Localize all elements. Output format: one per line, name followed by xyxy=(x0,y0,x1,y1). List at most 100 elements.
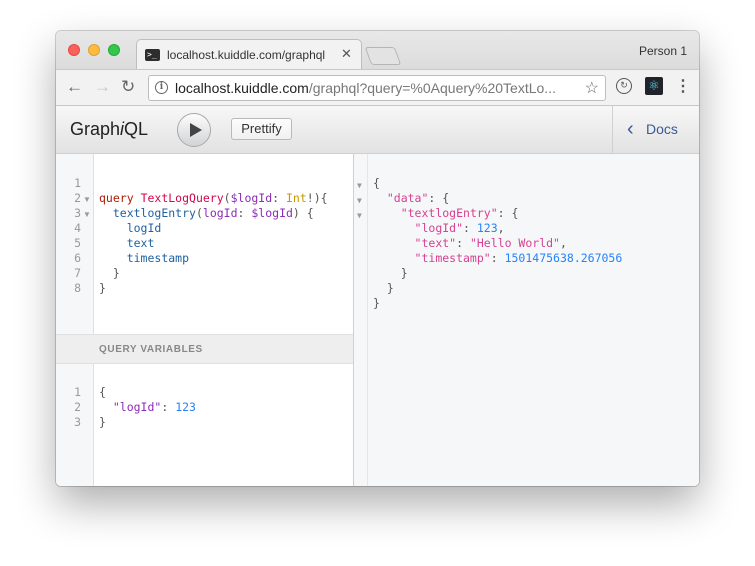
docs-label: Docs xyxy=(646,121,678,137)
menu-kebab-icon[interactable]: ⋮ xyxy=(675,76,691,96)
token-key: "textlogEntry" xyxy=(400,206,498,220)
code-line: text xyxy=(99,236,328,251)
code-line: timestamp xyxy=(99,251,328,266)
forward-arrow-icon[interactable]: → xyxy=(94,76,111,98)
fold-arrow-icon[interactable]: ▼ xyxy=(83,210,91,219)
window-close-button[interactable] xyxy=(68,44,80,56)
line-number: 5 xyxy=(74,236,81,250)
code-line: } xyxy=(99,281,106,295)
fold-arrow-icon[interactable]: ▼ xyxy=(357,208,362,223)
graphiql-logo: GraphiQL xyxy=(70,119,148,140)
code-line: } xyxy=(373,281,394,295)
close-tab-icon[interactable]: ✕ xyxy=(341,46,352,62)
code-line: } xyxy=(99,266,120,280)
line-number: 1 xyxy=(74,385,81,399)
browser-tab-graphql[interactable]: >_ localhost.kuiddle.com/graphql ✕ xyxy=(136,39,362,69)
url-host: localhost.kuiddle.com xyxy=(175,80,309,96)
token-key: "data" xyxy=(386,191,429,205)
reload-icon[interactable]: ↻ xyxy=(121,76,135,98)
token-variable: $logId xyxy=(251,206,293,220)
docs-button[interactable]: ‹ Docs xyxy=(612,106,699,153)
code-line: { xyxy=(373,176,380,190)
variables-line-numbers: 1 2 3 xyxy=(68,385,81,430)
query-variables-title: QUERY VARIABLES xyxy=(99,344,203,355)
line-number: 8 xyxy=(74,281,81,295)
line-number: 3 xyxy=(74,206,81,220)
code-line: "textlogEntry": { xyxy=(400,206,519,220)
terminal-icon: >_ xyxy=(145,49,160,61)
query-editor-column: 1 2 3 4 5 6 7 8 ▼ ▼ query TextLogQuery($… xyxy=(56,154,353,486)
token-field: textlogEntry xyxy=(112,206,196,220)
token-field: logId xyxy=(126,221,162,235)
url-path: /graphql?query=%0Aquery%20TextLo... xyxy=(308,80,556,96)
prettify-button[interactable]: Prettify xyxy=(231,118,292,140)
execute-query-button[interactable] xyxy=(177,113,211,147)
browser-toolbar: ← → ↻ i localhost.kuiddle.com/graphql?qu… xyxy=(56,69,699,106)
token-field: text xyxy=(126,236,155,250)
result-fold-markers: ▼ ▼ ▼ xyxy=(357,178,362,223)
code-line: } xyxy=(373,266,408,280)
token-argument: logId xyxy=(202,206,238,220)
query-line-numbers: 1 2 3 4 5 6 7 8 xyxy=(68,176,81,296)
chevron-left-icon: ‹ xyxy=(627,118,634,140)
window-minimize-button[interactable] xyxy=(88,44,100,56)
token-query-name: TextLogQuery xyxy=(140,191,224,205)
bookmark-star-icon[interactable]: ☆ xyxy=(585,78,599,98)
logo-prefix: Graph xyxy=(70,119,121,139)
token-keyword: query xyxy=(99,191,134,205)
token-variable: $logId xyxy=(230,191,273,205)
variables-editor[interactable]: { "logId": 123} xyxy=(99,385,196,430)
code-line: textlogEntry(logId: $logId) { xyxy=(112,206,314,220)
line-number: 6 xyxy=(74,251,81,265)
sync-extension-icon[interactable]: ↻ xyxy=(616,78,632,94)
code-line: logId xyxy=(99,221,328,236)
line-number: 4 xyxy=(74,221,81,235)
code-line: } xyxy=(373,296,380,310)
title-bar: >_ localhost.kuiddle.com/graphql ✕ Perso… xyxy=(56,31,699,69)
result-viewer[interactable]: ▼ ▼ ▼ { "data": { "textlogEntry": { "log… xyxy=(353,154,699,486)
code-line: } xyxy=(99,415,106,429)
token-number: 123 xyxy=(175,400,196,414)
line-number: 3 xyxy=(74,415,81,429)
code-line: query TextLogQuery($logId: Int!){ xyxy=(99,191,328,205)
profile-name[interactable]: Person 1 xyxy=(639,44,687,58)
code-line: "logId": 123, xyxy=(414,221,505,235)
code-line: "timestamp": 1501475638.267056 xyxy=(414,251,623,265)
url-text[interactable]: localhost.kuiddle.com/graphql?query=%0Aq… xyxy=(175,80,570,96)
token-key: "timestamp" xyxy=(414,251,491,265)
query-editor[interactable]: query TextLogQuery($logId: Int!){ textlo… xyxy=(99,176,328,296)
result-json: { "data": { "textlogEntry": { "logId": 1… xyxy=(373,176,622,311)
react-devtools-icon[interactable]: ⚛ xyxy=(645,77,663,95)
fold-arrow-icon[interactable]: ▼ xyxy=(357,193,362,208)
window-maximize-button[interactable] xyxy=(108,44,120,56)
graphiql-topbar: GraphiQL Prettify ‹ Docs xyxy=(56,106,699,154)
address-bar[interactable]: i localhost.kuiddle.com/graphql?query=%0… xyxy=(148,75,606,101)
query-variables-bar[interactable]: QUERY VARIABLES xyxy=(56,334,353,364)
fold-arrow-icon[interactable]: ▼ xyxy=(83,195,91,204)
token-number: 1501475638.267056 xyxy=(504,251,623,265)
code-line: { xyxy=(99,385,106,399)
back-arrow-icon[interactable]: ← xyxy=(66,76,83,98)
token-key: "logId" xyxy=(112,400,162,414)
info-icon[interactable]: i xyxy=(155,81,168,94)
code-line: "text": "Hello World", xyxy=(414,236,567,250)
code-line: "logId": 123 xyxy=(112,400,196,414)
line-number: 7 xyxy=(74,266,81,280)
line-number: 2 xyxy=(74,191,81,205)
token-field: timestamp xyxy=(126,251,190,265)
token-number: 123 xyxy=(476,221,498,235)
graphiql-app: GraphiQL Prettify ‹ Docs 1 2 3 4 5 6 7 8… xyxy=(56,106,699,486)
token-key: "text" xyxy=(414,236,457,250)
new-tab-button[interactable] xyxy=(364,47,402,65)
line-number: 1 xyxy=(74,176,81,190)
tab-title: localhost.kuiddle.com/graphql xyxy=(167,48,326,62)
code-line: "data": { xyxy=(386,191,450,205)
fold-arrow-icon[interactable]: ▼ xyxy=(357,178,362,193)
token-key: "logId" xyxy=(414,221,464,235)
line-number: 2 xyxy=(74,400,81,414)
token-string: "Hello World" xyxy=(469,236,560,250)
token-type: Int xyxy=(286,191,307,205)
logo-suffix: QL xyxy=(124,119,149,139)
browser-window: >_ localhost.kuiddle.com/graphql ✕ Perso… xyxy=(56,31,699,486)
